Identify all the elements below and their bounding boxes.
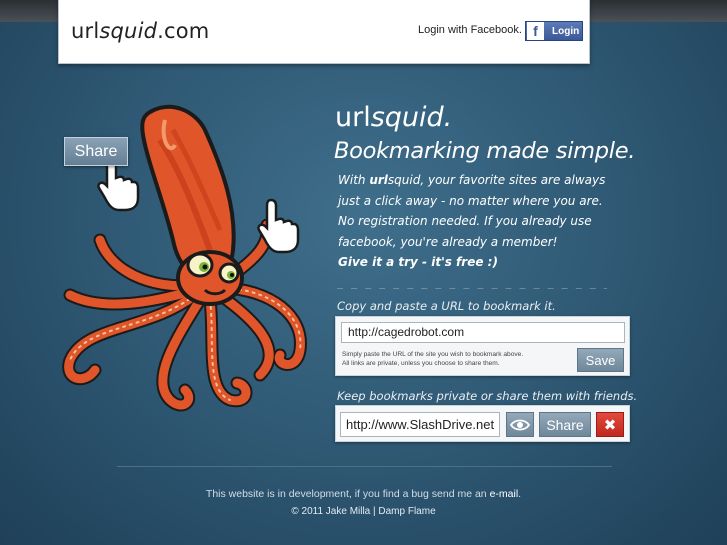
- eye-icon: [510, 419, 530, 430]
- footer-divider: [117, 466, 612, 467]
- delete-button[interactable]: ✖: [596, 412, 624, 437]
- share-demo-button: Share: [64, 137, 128, 166]
- intro-line-2: just a click away - no matter where you …: [338, 193, 603, 208]
- logo-suffix: .com: [157, 19, 210, 43]
- bookmark-help-text: Simply paste the URL of the site you wis…: [342, 351, 524, 367]
- login-prompt: Login with Facebook.: [418, 24, 522, 36]
- brand-title: urlsquid.: [335, 102, 452, 133]
- manage-section-label: Keep bookmarks private or share them wit…: [337, 389, 638, 403]
- logo-prefix: url: [71, 19, 100, 43]
- tagline: Bookmarking made simple.: [334, 138, 636, 164]
- bookmark-select-field[interactable]: http://www.SlashDrive.net: [340, 412, 500, 437]
- bookmark-section-label: Copy and paste a URL to bookmark it.: [337, 299, 556, 313]
- email-link[interactable]: e-mail: [490, 488, 519, 500]
- brand-prefix: url: [335, 102, 371, 133]
- intro-line-1: With urlsquid, your favorite sites are a…: [338, 173, 606, 187]
- bookmark-panel: http://cagedrobot.com Simply paste the U…: [335, 316, 630, 376]
- header-bar: urlsquid.com Login with Facebook. f Logi…: [58, 0, 590, 64]
- facebook-login-button[interactable]: f Login: [525, 21, 583, 41]
- facebook-icon: f: [527, 22, 544, 40]
- footer-copyright: © 2011 Jake Milla | Damp Flame: [291, 506, 436, 517]
- intro-line-5: Give it a try - it's free :): [338, 255, 498, 269]
- bookmark-url-input[interactable]: http://cagedrobot.com: [341, 322, 625, 343]
- dashed-divider: _ _ _ _ _ _ _ _ _ _ _ _ _ _ _ _ _ _ _ _ …: [337, 278, 607, 289]
- facebook-login-label: Login: [552, 25, 580, 37]
- close-icon: ✖: [603, 416, 617, 434]
- intro-line-4: facebook, you're already a member!: [338, 234, 558, 249]
- footer-notice: This website is in development, if you f…: [205, 488, 522, 500]
- save-button[interactable]: Save: [577, 348, 624, 372]
- view-button[interactable]: [506, 412, 534, 437]
- site-logo[interactable]: urlsquid.com: [71, 19, 209, 43]
- intro-text: With urlsquid, your favorite sites are a…: [338, 170, 618, 273]
- intro-line-3: No registration needed. If you already u…: [338, 214, 592, 228]
- manage-panel: http://www.SlashDrive.net Share ✖: [335, 405, 630, 442]
- brand-italic: squid.: [370, 102, 453, 133]
- share-button[interactable]: Share: [539, 412, 591, 437]
- logo-italic: squid: [99, 19, 158, 43]
